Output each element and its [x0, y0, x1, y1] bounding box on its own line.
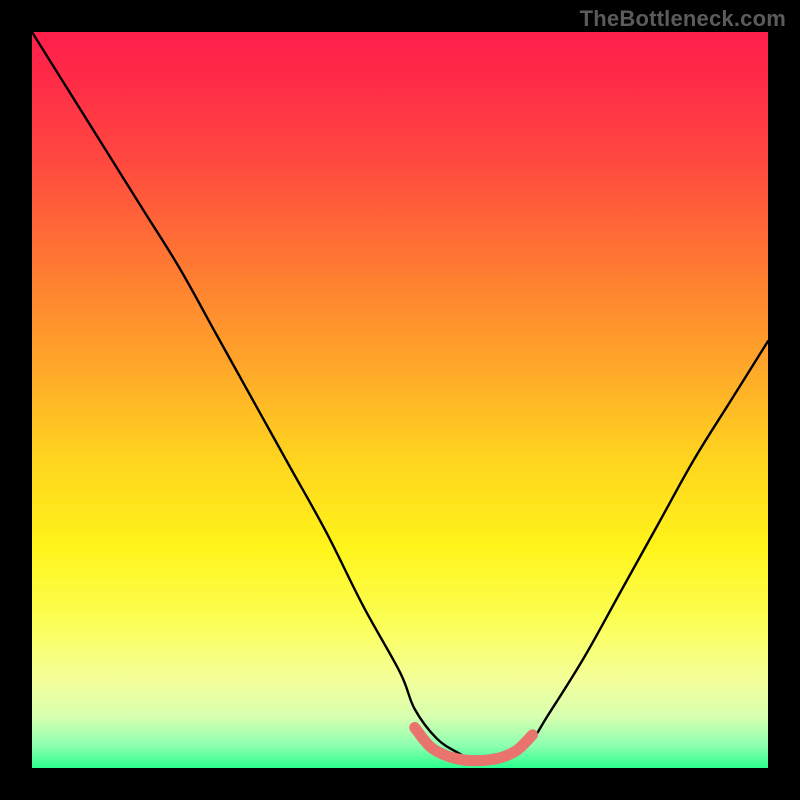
watermark-text: TheBottleneck.com — [580, 6, 786, 32]
plot-area — [32, 32, 768, 768]
chart-frame: TheBottleneck.com — [0, 0, 800, 800]
curve-layer — [32, 32, 768, 768]
bottleneck-curve — [32, 32, 768, 761]
